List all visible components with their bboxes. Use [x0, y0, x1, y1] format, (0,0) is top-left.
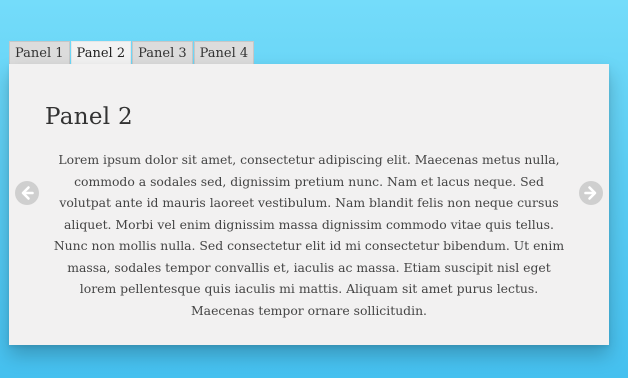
panel-body-text: Lorem ipsum dolor sit amet, consectetur …: [53, 152, 565, 318]
tab-panel-3[interactable]: Panel 3: [132, 41, 193, 64]
next-arrow-button[interactable]: [579, 181, 603, 205]
arrow-left-circle-icon: [15, 181, 39, 205]
tab-panel-2[interactable]: Panel 2: [70, 41, 132, 64]
panel-title: Panel 2: [45, 104, 133, 130]
content-panel: Panel 2 Lorem ipsum dolor sit amet, cons…: [9, 64, 609, 345]
arrow-right-circle-icon: [579, 181, 603, 205]
prev-arrow-button[interactable]: [15, 181, 39, 205]
tab-bar: Panel 1 Panel 2 Panel 3 Panel 4: [9, 41, 255, 64]
tab-panel-1[interactable]: Panel 1: [9, 41, 70, 64]
tab-panel-4[interactable]: Panel 4: [193, 41, 255, 64]
